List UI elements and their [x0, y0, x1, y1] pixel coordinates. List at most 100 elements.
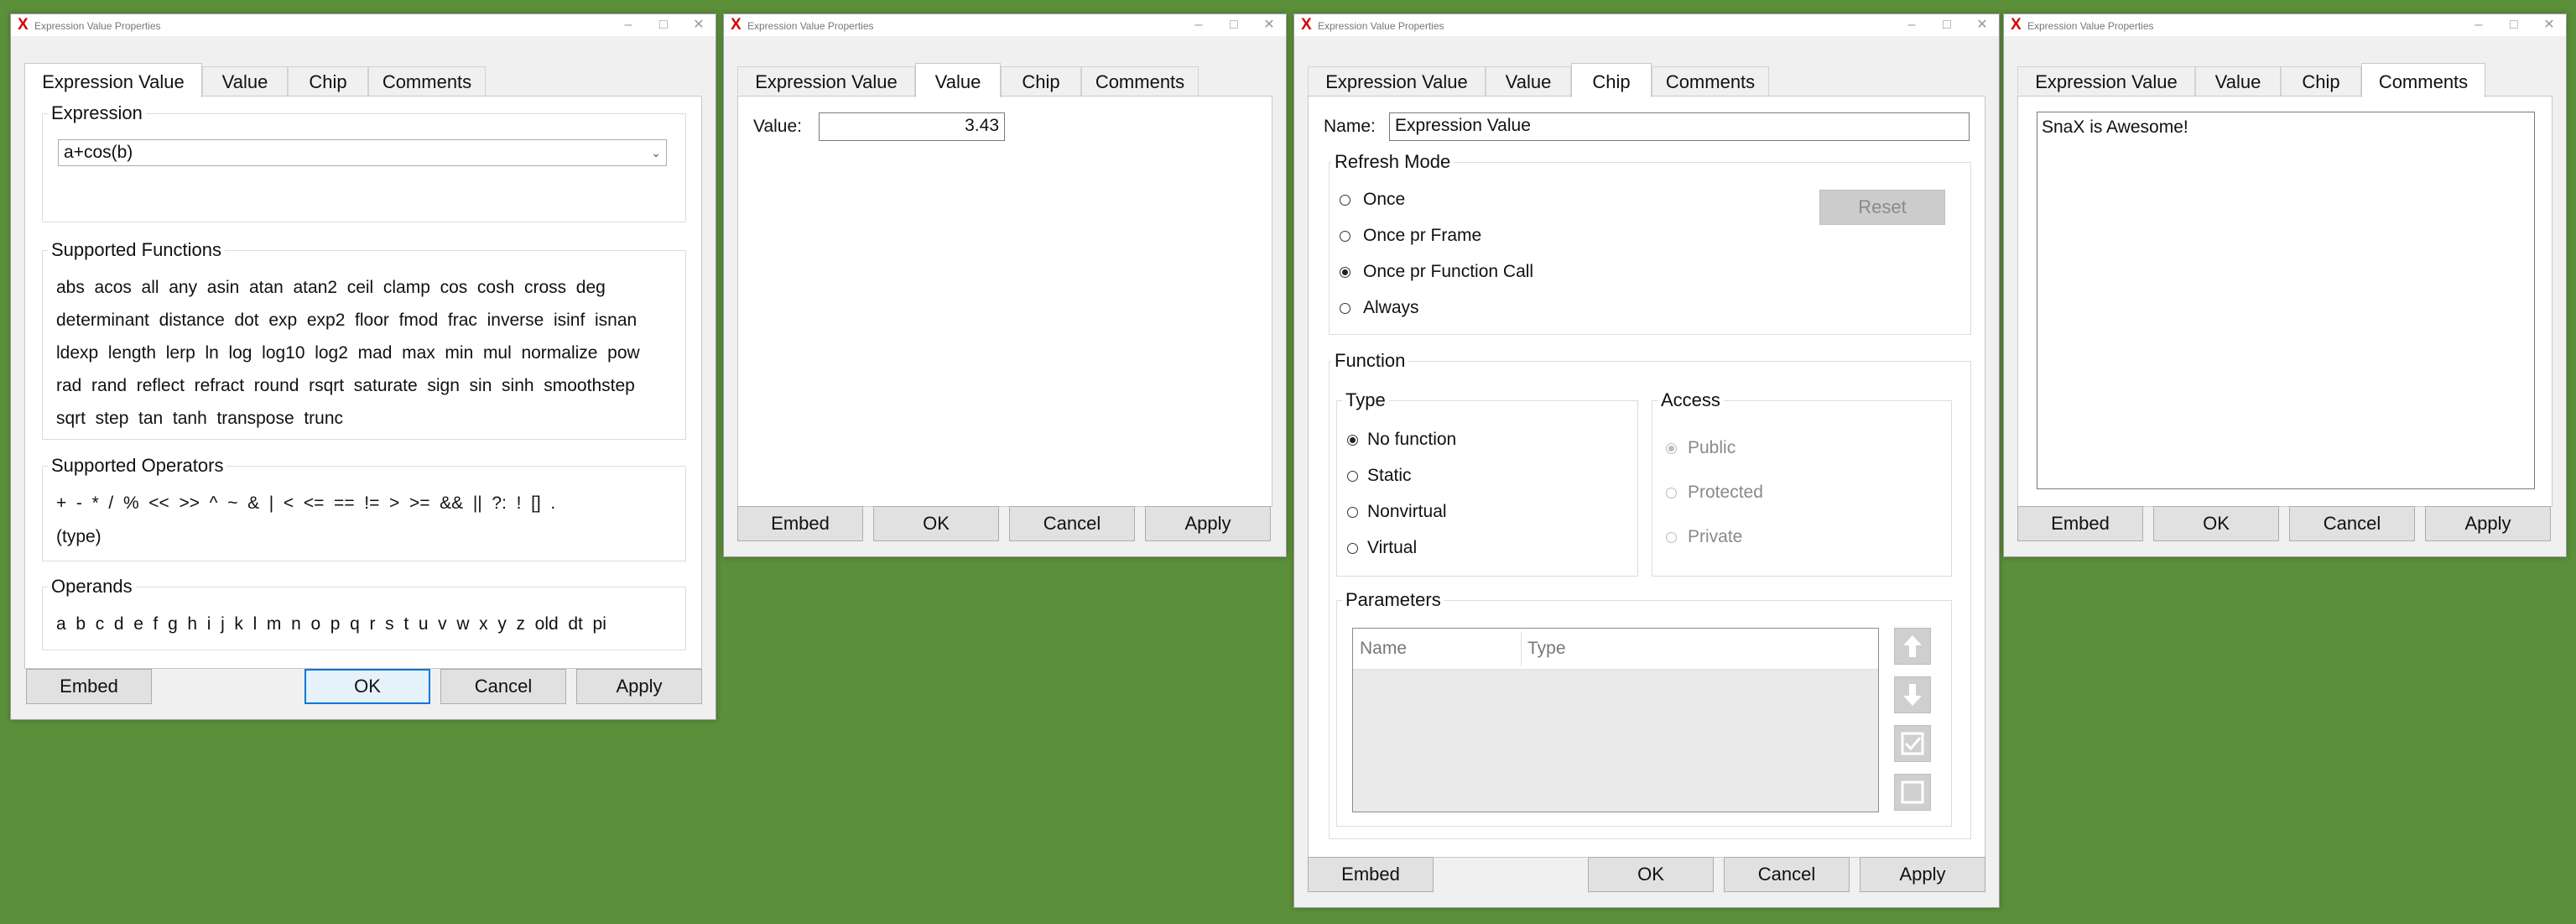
properties-window-chip: X Expression Value Properties – □ ✕ Expr…: [1293, 13, 2000, 908]
embed-button[interactable]: Embed: [737, 506, 863, 541]
type-static-radio[interactable]: [1347, 471, 1358, 482]
function-label: Function: [1331, 350, 1409, 372]
tab-panel: Value: 3.43: [737, 96, 1272, 507]
properties-window-comments: X Expression Value Properties – □ ✕ Expr…: [2003, 13, 2567, 557]
functions-line: determinant distance dot exp exp2 floor …: [56, 311, 637, 330]
refresh-always-label: Always: [1363, 298, 1419, 317]
title-bar[interactable]: X Expression Value Properties – □ ✕: [11, 14, 716, 36]
close-icon[interactable]: ✕: [1965, 16, 1999, 34]
minimize-icon[interactable]: –: [1895, 16, 1928, 34]
apply-button[interactable]: Apply: [2425, 506, 2551, 541]
operands-label: Operands: [48, 576, 136, 598]
embed-button[interactable]: Embed: [2017, 506, 2143, 541]
type-no-function-radio[interactable]: [1347, 435, 1358, 446]
access-group: Access Public Protected Private: [1652, 389, 1952, 577]
tab-expression-value[interactable]: Expression Value: [737, 66, 915, 97]
operators-group: Supported Operators + - * / % << >> ^ ~ …: [42, 455, 686, 561]
cancel-button[interactable]: Cancel: [2289, 506, 2415, 541]
operators-label: Supported Operators: [48, 455, 227, 477]
cancel-button[interactable]: Cancel: [1009, 506, 1135, 541]
tab-panel: Name: Expression Value Refresh Mode Once…: [1308, 96, 1985, 858]
maximize-icon[interactable]: □: [647, 16, 680, 34]
tab-comments[interactable]: Comments: [368, 66, 486, 97]
maximize-icon[interactable]: □: [2497, 16, 2531, 34]
apply-button[interactable]: Apply: [576, 669, 702, 704]
cancel-button[interactable]: Cancel: [1724, 857, 1850, 892]
access-protected-radio[interactable]: [1666, 488, 1677, 499]
uncheck-all-button[interactable]: [1894, 774, 1931, 811]
type-label: Type: [1342, 389, 1389, 411]
move-down-button[interactable]: [1894, 676, 1931, 713]
ok-button[interactable]: OK: [1588, 857, 1714, 892]
operands-line: a b c d e f g h i j k l m n o p q r s t …: [56, 614, 606, 634]
close-icon[interactable]: ✕: [2532, 16, 2566, 34]
tab-panel: SnaX is Awesome!: [2017, 96, 2553, 507]
tab-chip[interactable]: Chip: [2281, 66, 2361, 97]
apply-button[interactable]: Apply: [1145, 506, 1271, 541]
reset-button[interactable]: Reset: [1819, 190, 1945, 225]
tab-chip[interactable]: Chip: [1001, 66, 1081, 97]
move-up-button[interactable]: [1894, 628, 1931, 665]
title-bar[interactable]: X Expression Value Properties – □ ✕: [724, 14, 1286, 36]
ok-button[interactable]: OK: [304, 669, 430, 704]
comments-textarea[interactable]: SnaX is Awesome!: [2037, 112, 2535, 489]
functions-line: sqrt step tan tanh transpose trunc: [56, 409, 344, 428]
tab-expression-value[interactable]: Expression Value: [24, 63, 202, 97]
title-bar[interactable]: X Expression Value Properties – □ ✕: [1294, 14, 1999, 36]
column-header-name[interactable]: Name: [1360, 639, 1407, 659]
name-field[interactable]: Expression Value: [1389, 112, 1970, 141]
tab-value[interactable]: Value: [202, 66, 288, 97]
minimize-icon[interactable]: –: [611, 16, 645, 34]
window-title: Expression Value Properties: [2027, 20, 2154, 32]
access-public-radio[interactable]: [1666, 443, 1677, 454]
minimize-icon[interactable]: –: [1182, 16, 1215, 34]
type-nonvirtual-radio[interactable]: [1347, 507, 1358, 518]
parameters-group: Parameters Name Type: [1336, 589, 1952, 827]
parameters-table[interactable]: Name Type: [1352, 628, 1879, 812]
embed-button[interactable]: Embed: [1308, 857, 1434, 892]
name-label: Name:: [1324, 117, 1376, 136]
title-bar[interactable]: X Expression Value Properties – □ ✕: [2004, 14, 2566, 36]
arrow-up-icon: [1903, 635, 1922, 657]
tab-value[interactable]: Value: [915, 63, 1001, 97]
apply-button[interactable]: Apply: [1860, 857, 1985, 892]
tab-expression-value[interactable]: Expression Value: [1308, 66, 1486, 97]
refresh-once-pr-function-call-radio[interactable]: [1340, 267, 1350, 278]
close-icon[interactable]: ✕: [1252, 16, 1286, 34]
app-x-icon: X: [18, 16, 29, 34]
tab-expression-value[interactable]: Expression Value: [2017, 66, 2195, 97]
functions-line: abs acos all any asin atan atan2 ceil cl…: [56, 278, 606, 297]
type-nonvirtual-label: Nonvirtual: [1367, 502, 1447, 521]
type-no-function-label: No function: [1367, 430, 1457, 449]
ok-button[interactable]: OK: [873, 506, 999, 541]
minimize-icon[interactable]: –: [2462, 16, 2495, 34]
properties-window-expression: X Expression Value Properties – □ ✕ Expr…: [10, 13, 716, 720]
operands-group: Operands a b c d e f g h i j k l m n o p…: [42, 576, 686, 650]
refresh-once-radio[interactable]: [1340, 195, 1350, 206]
check-all-button[interactable]: [1894, 725, 1931, 762]
embed-button[interactable]: Embed: [26, 669, 152, 704]
value-field[interactable]: 3.43: [819, 112, 1005, 141]
refresh-always-radio[interactable]: [1340, 303, 1350, 314]
access-private-radio[interactable]: [1666, 532, 1677, 543]
tab-comments[interactable]: Comments: [1081, 66, 1199, 97]
tab-value[interactable]: Value: [2195, 66, 2281, 97]
maximize-icon[interactable]: □: [1930, 16, 1964, 34]
tab-comments[interactable]: Comments: [2361, 63, 2485, 97]
access-label: Access: [1657, 389, 1724, 411]
properties-window-value: X Expression Value Properties – □ ✕ Expr…: [723, 13, 1287, 557]
refresh-once-pr-frame-radio[interactable]: [1340, 231, 1350, 242]
type-virtual-radio[interactable]: [1347, 543, 1358, 554]
close-icon[interactable]: ✕: [682, 16, 716, 34]
maximize-icon[interactable]: □: [1217, 16, 1251, 34]
cancel-button[interactable]: Cancel: [440, 669, 566, 704]
tab-chip[interactable]: Chip: [288, 66, 368, 97]
column-header-type[interactable]: Type: [1527, 639, 1566, 659]
checkbox-checked-icon: [1901, 732, 1924, 755]
tab-chip[interactable]: Chip: [1571, 63, 1652, 97]
ok-button[interactable]: OK: [2153, 506, 2279, 541]
tab-value[interactable]: Value: [1486, 66, 1571, 97]
window-title: Expression Value Properties: [34, 20, 161, 32]
tab-comments[interactable]: Comments: [1652, 66, 1769, 97]
expression-combobox[interactable]: a+cos(b) ⌄: [58, 139, 667, 166]
